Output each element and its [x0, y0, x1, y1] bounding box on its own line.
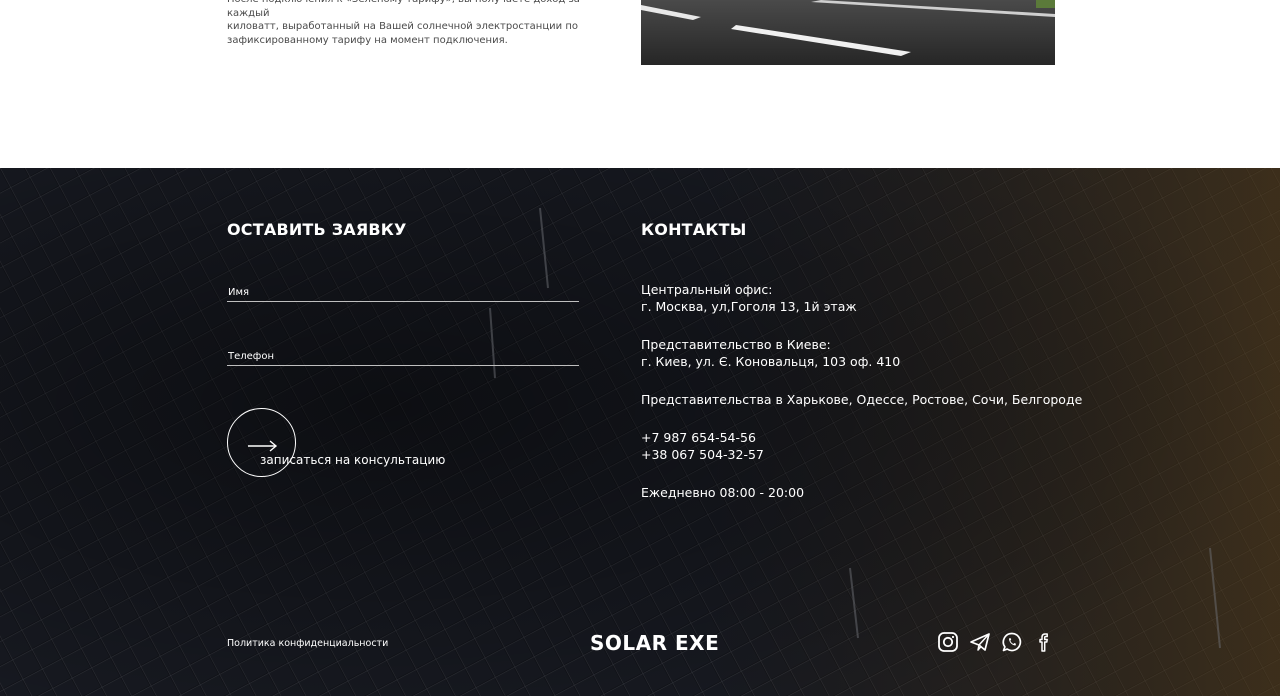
kiev-office-address: г. Киев, ул. Є. Коновальця, 103 оф. 410	[641, 354, 901, 369]
kiev-office-label: Представительство в Киеве:	[641, 337, 831, 352]
intro-text-line: киловатт, выработанный на Вашей солнечно…	[227, 21, 578, 32]
phone-link[interactable]: +38 067 504-32-57	[641, 446, 764, 463]
form-title: ОСТАВИТЬ ЗАЯВКУ	[227, 220, 407, 239]
central-office: Центральный офис: г. Москва, ул,Гоголя 1…	[641, 281, 857, 315]
intro-text-line: После подключения к «Зеленому тарифу», в…	[227, 0, 580, 19]
solar-panels-background	[0, 168, 1280, 696]
footer: ОСТАВИТЬ ЗАЯВКУ записаться на консультац…	[0, 168, 1280, 696]
logo-text: SOLAR EXE	[590, 631, 720, 655]
privacy-policy-link[interactable]: Политика конфиденциальности	[227, 638, 388, 649]
phone-field-wrapper	[227, 344, 579, 367]
working-hours: Ежедневно 08:00 - 20:00	[641, 485, 805, 500]
logo[interactable]: SOLAR EXE	[590, 626, 719, 660]
phone-link[interactable]: +7 987 654-54-56	[641, 429, 764, 446]
central-office-label: Центральный офис:	[641, 282, 773, 297]
contacts-title: КОНТАКТЫ	[641, 220, 747, 239]
other-offices: Представительства в Харькове, Одессе, Ро…	[641, 392, 1083, 407]
phone-input[interactable]	[227, 346, 579, 367]
whatsapp-icon[interactable]	[1001, 631, 1023, 653]
instagram-icon[interactable]	[937, 631, 959, 653]
name-field-wrapper	[227, 280, 579, 303]
intro-section: После подключения к «Зеленому тарифу», в…	[0, 0, 1280, 168]
submit-label[interactable]: записаться на консультацию	[260, 453, 445, 467]
telegram-icon[interactable]	[969, 631, 991, 653]
intro-text: После подключения к «Зеленому тарифу», в…	[227, 0, 587, 47]
intro-text-line: зафиксированному тарифу на момент подклю…	[227, 34, 508, 46]
name-input[interactable]	[227, 282, 579, 303]
phones: +7 987 654-54-56 +38 067 504-32-57	[641, 429, 764, 463]
road-image	[641, 0, 1055, 65]
kiev-office: Представительство в Киеве: г. Киев, ул. …	[641, 336, 900, 370]
social-links	[937, 631, 1055, 653]
facebook-icon[interactable]	[1033, 631, 1055, 653]
central-office-address: г. Москва, ул,Гоголя 13, 1й этаж	[641, 299, 857, 314]
